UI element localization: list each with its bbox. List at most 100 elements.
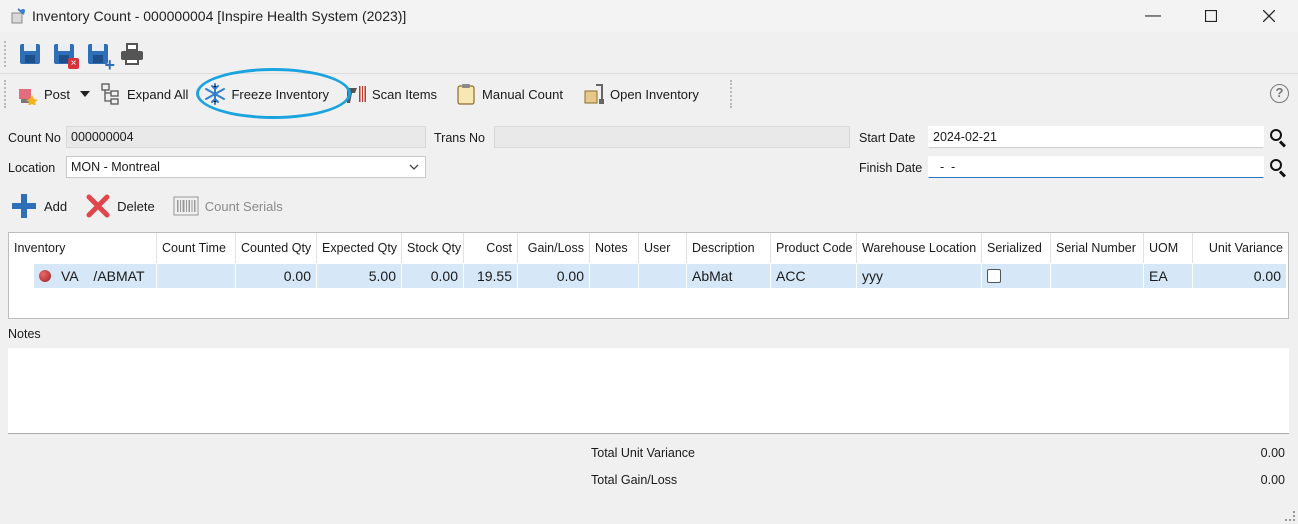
- save-and-close-icon[interactable]: ×: [51, 41, 79, 69]
- total-unit-variance-value: 0.00: [1260, 446, 1285, 460]
- start-date-label: Start Date: [859, 131, 916, 145]
- resize-grip[interactable]: [1285, 511, 1295, 521]
- count-no-field[interactable]: 000000004: [66, 126, 426, 148]
- column-header-inventory[interactable]: Inventory: [9, 233, 157, 263]
- column-header-unit-variance[interactable]: Unit Variance: [1193, 233, 1288, 263]
- close-button[interactable]: [1240, 0, 1298, 32]
- count-serials-button[interactable]: Count Serials: [173, 196, 283, 216]
- column-header-counted-qty[interactable]: Counted Qty: [236, 233, 317, 263]
- trans-no-field[interactable]: [494, 126, 850, 148]
- cell-product-code[interactable]: ACC: [771, 264, 857, 288]
- tree-expand-icon: [100, 83, 122, 105]
- app-icon: [10, 8, 26, 24]
- add-label: Add: [44, 198, 68, 214]
- cell-expected-qty[interactable]: 5.00: [317, 264, 402, 288]
- toolbar-grip[interactable]: [730, 80, 733, 108]
- grid-header: Inventory Count Time Counted Qty Expecte…: [9, 233, 1288, 263]
- window-title: Inventory Count - 000000004 [Inspire Hea…: [32, 8, 407, 24]
- toolbar-grip[interactable]: [4, 41, 7, 67]
- cell-counted-qty[interactable]: 0.00: [236, 264, 317, 288]
- manual-count-label: Manual Count: [482, 86, 563, 102]
- scan-items-label: Scan Items: [372, 86, 438, 102]
- save-icon[interactable]: [17, 41, 43, 67]
- finish-date-field[interactable]: - -: [928, 156, 1264, 178]
- barcode-icon: [173, 196, 199, 216]
- column-header-description[interactable]: Description: [687, 233, 771, 263]
- trans-no-label: Trans No: [434, 131, 485, 145]
- inventory-value: VA /ABMAT: [61, 268, 145, 284]
- total-unit-variance-label: Total Unit Variance: [591, 446, 695, 460]
- delete-button[interactable]: Delete: [85, 193, 155, 219]
- total-gain-loss-value: 0.00: [1260, 473, 1285, 487]
- column-header-count-time[interactable]: Count Time: [157, 233, 236, 263]
- barcode-scanner-icon: [345, 83, 367, 105]
- search-icon[interactable]: [1269, 158, 1287, 178]
- expand-all-label: Expand All: [127, 86, 189, 102]
- post-icon: [17, 83, 39, 106]
- column-header-expected-qty[interactable]: Expected Qty: [317, 233, 402, 263]
- maximize-button[interactable]: [1182, 0, 1240, 32]
- post-button[interactable]: Post: [11, 79, 76, 109]
- cell-cost[interactable]: 19.55: [464, 264, 518, 288]
- column-header-cost[interactable]: Cost: [464, 233, 518, 263]
- cell-serial-number[interactable]: [1051, 264, 1144, 288]
- location-select[interactable]: MON - Montreal: [66, 156, 426, 178]
- column-header-serial-number[interactable]: Serial Number: [1051, 233, 1144, 263]
- serialized-checkbox[interactable]: [987, 269, 1001, 283]
- close-icon: [1263, 10, 1275, 22]
- minimize-button[interactable]: —: [1124, 0, 1182, 32]
- column-header-serialized[interactable]: Serialized: [982, 233, 1051, 263]
- finish-date-label: Finish Date: [859, 161, 923, 175]
- cell-uom[interactable]: EA: [1144, 264, 1193, 288]
- cell-unit-variance[interactable]: 0.00: [1193, 264, 1286, 288]
- cell-warehouse-location[interactable]: yyy: [857, 264, 982, 288]
- save-and-new-icon[interactable]: +: [85, 41, 115, 74]
- scan-items-button[interactable]: Scan Items: [339, 79, 443, 109]
- post-label: Post: [44, 86, 71, 102]
- column-header-notes[interactable]: Notes: [590, 233, 639, 263]
- chevron-down-icon: [409, 164, 419, 170]
- start-date-field[interactable]: 2024-02-21: [928, 126, 1264, 148]
- cell-gain-loss[interactable]: 0.00: [518, 264, 590, 288]
- chevron-down-icon: [80, 91, 91, 97]
- toolbar-grip[interactable]: [4, 80, 7, 108]
- cell-user[interactable]: [639, 264, 687, 288]
- cell-inventory[interactable]: VA /ABMAT: [34, 264, 157, 288]
- count-no-label: Count No: [8, 131, 61, 145]
- search-icon[interactable]: [1269, 128, 1287, 148]
- cell-stock-qty[interactable]: 0.00: [402, 264, 464, 288]
- help-icon[interactable]: ?: [1270, 84, 1289, 103]
- status-dot-icon: [39, 270, 51, 282]
- cell-notes[interactable]: [590, 264, 639, 288]
- action-toolbar: Post Expand All Freeze Inventory Scan It…: [0, 76, 730, 112]
- plus-icon: [12, 194, 36, 218]
- add-button[interactable]: Add: [10, 192, 67, 220]
- toolbar-divider: [0, 73, 1298, 74]
- grid-actions: Add Delete Count Serials: [10, 192, 283, 220]
- clipboard-icon: [455, 83, 477, 105]
- expand-all-button[interactable]: Expand All: [94, 79, 194, 109]
- inventory-grid: Inventory Count Time Counted Qty Expecte…: [8, 232, 1289, 319]
- column-header-gain-loss[interactable]: Gain/Loss: [518, 233, 590, 263]
- table-row[interactable]: VA /ABMAT 0.00 5.00 0.00 19.55 0.00 AbMa…: [9, 264, 1288, 288]
- delete-label: Delete: [117, 198, 155, 214]
- column-header-warehouse-location[interactable]: Warehouse Location: [857, 233, 982, 263]
- file-toolbar: × +: [0, 36, 1298, 74]
- post-dropdown-button[interactable]: [76, 79, 94, 109]
- cell-count-time[interactable]: [157, 264, 236, 288]
- open-inventory-label: Open Inventory: [609, 86, 699, 102]
- print-icon[interactable]: [119, 41, 145, 67]
- cell-serialized[interactable]: [982, 264, 1051, 288]
- column-header-product-code[interactable]: Product Code: [771, 233, 857, 263]
- cell-description[interactable]: AbMat: [687, 264, 771, 288]
- freeze-inventory-button[interactable]: Freeze Inventory: [198, 79, 335, 109]
- delete-x-icon: [86, 194, 110, 218]
- row-indicator: [9, 264, 34, 288]
- manual-count-button[interactable]: Manual Count: [449, 79, 569, 109]
- column-header-uom[interactable]: UOM: [1144, 233, 1193, 263]
- location-label: Location: [8, 161, 56, 175]
- column-header-stock-qty[interactable]: Stock Qty: [402, 233, 464, 263]
- open-inventory-button[interactable]: Open Inventory: [577, 79, 705, 109]
- column-header-user[interactable]: User: [639, 233, 687, 263]
- notes-textarea[interactable]: [8, 348, 1289, 434]
